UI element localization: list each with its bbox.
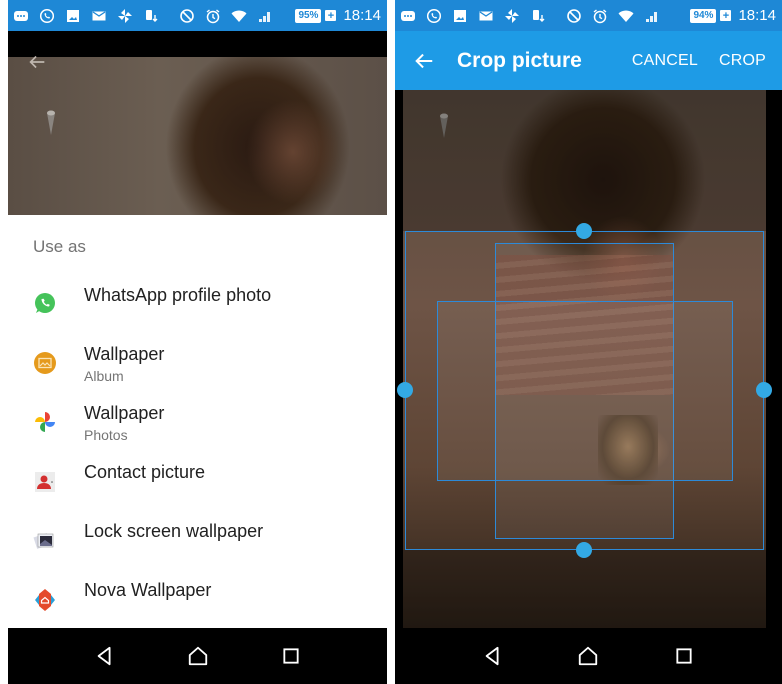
page-title: Crop picture — [457, 48, 582, 72]
charging-icon: + — [720, 10, 732, 22]
mail-icon — [477, 7, 495, 25]
battery-indicator: 95% — [295, 8, 322, 23]
use-as-sheet: Use as WhatsApp profile photo Wallpaper … — [8, 215, 387, 628]
nav-home-button[interactable] — [186, 644, 210, 668]
home-icon — [579, 646, 598, 666]
mail-icon — [90, 7, 108, 25]
do-not-disturb-icon — [178, 7, 196, 25]
lamp-decoration — [47, 110, 55, 135]
photo-preview — [8, 31, 387, 215]
recents-icon — [676, 648, 692, 664]
status-time: 18:14 — [738, 7, 776, 24]
use-as-item-wallpaper-photos[interactable]: Wallpaper Photos — [8, 403, 387, 461]
lock-screen-wallpaper-icon — [33, 533, 54, 549]
alarm-icon — [591, 7, 609, 25]
back-triangle-icon — [97, 646, 110, 666]
pinwheel-icon — [503, 7, 521, 25]
app-bar: Crop picture CANCEL CROP — [395, 31, 782, 90]
image-icon — [64, 7, 82, 25]
whatsapp-icon — [38, 7, 56, 25]
charging-icon: + — [325, 10, 337, 22]
status-bar: 94% + 18:14 — [395, 0, 782, 31]
item-label: Lock screen wallpaper — [84, 521, 264, 541]
nav-back-button[interactable] — [93, 644, 117, 668]
dim-overlay-bottom — [395, 550, 782, 628]
right-phone-screen: 94% + 18:14 Crop picture CANCEL CROP — [395, 0, 782, 684]
back-arrow-icon[interactable] — [26, 51, 48, 73]
home-icon — [188, 646, 207, 666]
alarm-icon — [204, 7, 222, 25]
chat-bubble-icon — [399, 7, 417, 25]
crop-button[interactable]: CROP — [719, 52, 766, 70]
status-bar: 95% + 18:14 — [8, 0, 387, 31]
cell-signal-icon — [256, 7, 274, 25]
pinwheel-icon — [116, 7, 134, 25]
dim-overlay-top — [395, 90, 782, 231]
whatsapp-icon — [425, 7, 443, 25]
nav-home-button[interactable] — [576, 644, 600, 668]
back-triangle-icon — [485, 646, 499, 666]
chat-bubble-icon — [12, 7, 30, 25]
navigation-bar — [8, 628, 387, 684]
battery-indicator: 94% — [690, 8, 717, 23]
cell-signal-icon — [643, 7, 661, 25]
nova-launcher-icon — [35, 589, 55, 611]
cancel-button[interactable]: CANCEL — [632, 52, 698, 70]
crop-guide-landscape — [437, 301, 733, 481]
image-icon — [451, 7, 469, 25]
item-sublabel: Photos — [84, 427, 128, 443]
navigation-bar — [395, 628, 782, 684]
crop-handle-top[interactable] — [576, 223, 592, 239]
crop-handle-bottom[interactable] — [576, 542, 592, 558]
nav-recents-button[interactable] — [279, 644, 303, 668]
whatsapp-icon — [35, 293, 55, 313]
crop-handle-right[interactable] — [756, 382, 772, 398]
album-icon — [34, 352, 56, 374]
wifi-icon — [617, 7, 635, 25]
nav-back-button[interactable] — [481, 644, 505, 668]
do-not-disturb-icon — [565, 7, 583, 25]
use-as-item-contact-picture[interactable]: Contact picture — [8, 462, 387, 520]
phone-transfer-icon — [529, 7, 547, 25]
nav-recents-button[interactable] — [672, 644, 696, 668]
item-label: Wallpaper — [84, 403, 165, 423]
back-arrow-icon[interactable] — [413, 50, 435, 72]
item-label: Nova Wallpaper — [84, 580, 212, 600]
use-as-item-whatsapp[interactable]: WhatsApp profile photo — [8, 285, 387, 343]
use-as-item-lock-screen-wallpaper[interactable]: Lock screen wallpaper — [8, 521, 387, 579]
item-label: Contact picture — [84, 462, 206, 482]
item-label: Wallpaper — [84, 344, 165, 364]
item-label: WhatsApp profile photo — [84, 285, 272, 305]
recents-icon — [282, 648, 299, 664]
crop-handle-left[interactable] — [397, 382, 413, 398]
status-time: 18:14 — [343, 7, 381, 24]
left-phone-screen: 95% + 18:14 Use as WhatsApp profile phot… — [8, 0, 387, 684]
use-as-item-wallpaper-album[interactable]: Wallpaper Album — [8, 344, 387, 402]
google-photos-icon — [35, 412, 55, 432]
contact-icon — [35, 472, 55, 492]
photo-image — [8, 57, 387, 215]
item-sublabel: Album — [84, 368, 124, 384]
sheet-title: Use as — [33, 237, 86, 256]
crop-canvas[interactable] — [395, 90, 782, 628]
wifi-icon — [230, 7, 248, 25]
phone-transfer-icon — [142, 7, 160, 25]
